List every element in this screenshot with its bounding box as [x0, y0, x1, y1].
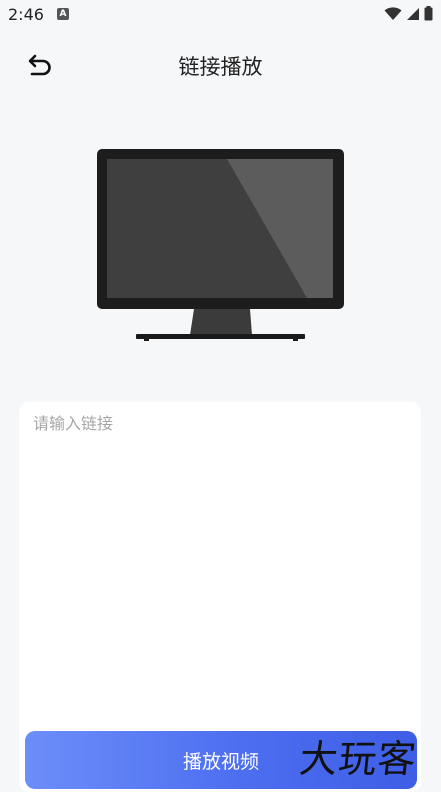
status-time: 2:46	[8, 5, 44, 24]
play-video-button-label: 播放视频	[182, 750, 259, 773]
link-input[interactable]	[33, 410, 407, 710]
monitor-icon	[96, 148, 346, 344]
signal-icon	[407, 7, 419, 20]
battery-icon	[424, 6, 433, 21]
wifi-icon	[384, 6, 402, 20]
status-icons	[384, 6, 433, 21]
watermark: 大玩客	[297, 737, 419, 781]
status-badge: A	[57, 8, 69, 20]
status-bar: 2:46 A	[0, 0, 441, 30]
page-title: 链接播放	[178, 55, 263, 79]
app-header: 链接播放	[0, 40, 441, 90]
